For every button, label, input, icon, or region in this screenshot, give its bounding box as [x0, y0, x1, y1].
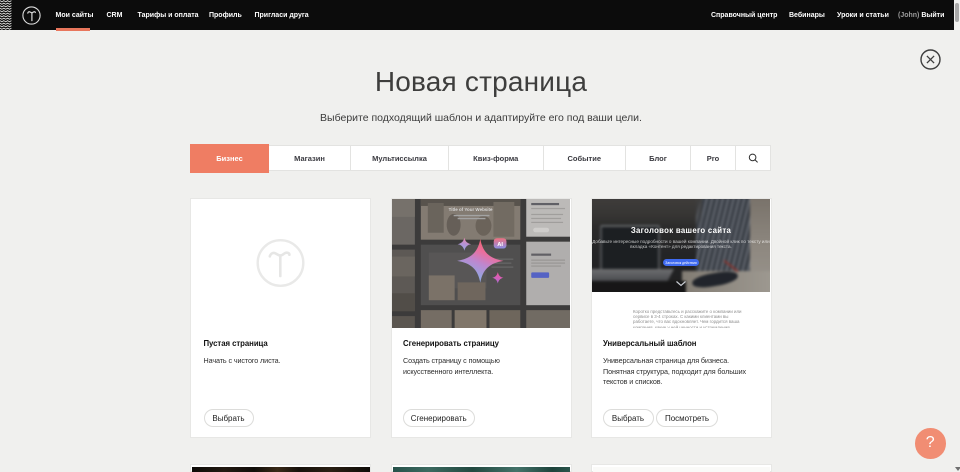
svg-text:Title of Your Website: Title of Your Website	[449, 207, 493, 212]
svg-text:AI: AI	[497, 242, 503, 248]
